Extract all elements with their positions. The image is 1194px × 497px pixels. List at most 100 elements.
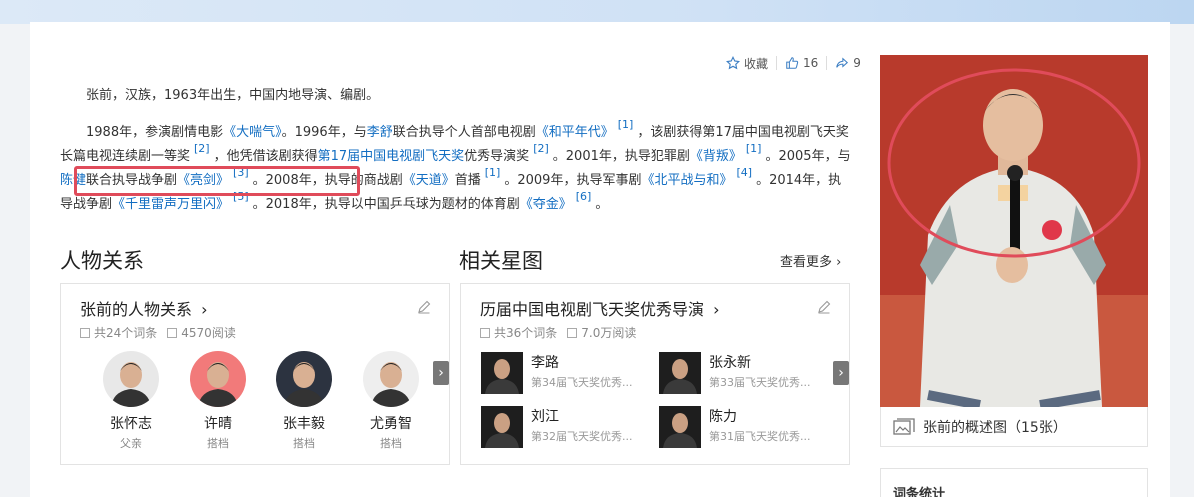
- overview-photo[interactable]: [880, 55, 1148, 407]
- star-thumbnail: [481, 406, 523, 448]
- chevron-right-icon: ›: [713, 300, 720, 319]
- entries-count: 共36个词条: [480, 324, 557, 341]
- star-text: 陈力 第31届飞天奖优秀...: [709, 406, 811, 450]
- share-button[interactable]: 9: [835, 56, 861, 70]
- citation-link[interactable]: [1]: [485, 166, 501, 179]
- star-thumbnail: [659, 352, 701, 394]
- inline-link[interactable]: 第17届中国电视剧飞天奖: [318, 149, 465, 164]
- relations-panel-title-text: 张前的人物关系: [80, 300, 193, 319]
- photo-caption-text: 张前的概述图（15张）: [923, 419, 1067, 436]
- next-arrow-button[interactable]: ›: [433, 361, 449, 385]
- text-run: 。2005年，与: [765, 149, 851, 164]
- stats-title: 词条统计: [893, 487, 946, 497]
- intro-paragraph-2: 1988年，参演剧情电影《大喘气》。1996年，与李舒联合执导个人首部电视剧《和…: [60, 118, 852, 217]
- star-description: 第33届飞天奖优秀...: [709, 376, 811, 389]
- read-count-text: 4570阅读: [181, 326, 236, 340]
- person-role: 父亲: [120, 437, 142, 450]
- person-name: 尤勇智: [370, 416, 412, 432]
- star-description: 第34届飞天奖优秀...: [531, 376, 633, 389]
- text-run: 。2008年，执导的商战剧: [252, 173, 403, 188]
- share-icon: [836, 57, 849, 68]
- book-icon: [167, 328, 178, 338]
- relations-meta: 共24个词条 4570阅读: [80, 324, 236, 341]
- stars-panel-title[interactable]: 历届中国电视剧飞天奖优秀导演 ›: [480, 296, 720, 320]
- star-name: 张永新: [709, 355, 751, 371]
- favorite-label: 收藏: [744, 56, 769, 71]
- favorite-button[interactable]: 收藏: [726, 55, 768, 72]
- relations-panel: 张前的人物关系 › 共24个词条 4570阅读 张怀志 父亲 许晴 搭档 张丰毅 搭档 尤勇…: [60, 283, 450, 465]
- chevron-right-icon: ›: [836, 255, 842, 270]
- citation-link[interactable]: [2]: [194, 142, 210, 155]
- divider: [826, 56, 828, 70]
- star-name: 李路: [531, 355, 559, 371]
- thumbs-up-icon: [786, 57, 799, 69]
- citation-link[interactable]: [6]: [576, 190, 592, 203]
- star-text: 张永新第33届飞天奖优秀...: [709, 352, 811, 396]
- text-run: 首播: [454, 173, 481, 188]
- inline-link[interactable]: 李舒: [367, 125, 393, 140]
- edit-icon[interactable]: [417, 300, 431, 314]
- stars-section-title: 相关星图: [459, 249, 543, 273]
- read-count-text: 7.0万阅读: [581, 326, 637, 340]
- inline-link[interactable]: 《天道》: [403, 173, 455, 188]
- text-run: 。1996年，与: [281, 125, 367, 140]
- entries-count-text: 共36个词条: [494, 326, 558, 340]
- inline-link[interactable]: 《背叛》: [690, 149, 742, 164]
- text-run: 联合执导战争剧: [86, 173, 178, 188]
- text-run: 。2009年，执导军事剧: [504, 173, 642, 188]
- citation-link[interactable]: [5]: [233, 190, 249, 203]
- document-icon: [480, 328, 490, 338]
- entries-count-text: 共24个词条: [94, 326, 158, 340]
- stars-panel-title-text: 历届中国电视剧飞天奖优秀导演: [480, 300, 705, 319]
- like-button[interactable]: 16: [785, 56, 818, 70]
- read-count: 4570阅读: [167, 324, 236, 341]
- star-item[interactable]: 刘江 第32届飞天奖优秀...: [481, 406, 633, 450]
- relations-section-title: 人物关系: [60, 249, 144, 273]
- avatar: [363, 351, 419, 407]
- person-role: 搭档: [380, 437, 402, 450]
- action-bar: 收藏 16 9: [726, 55, 861, 71]
- entries-count: 共24个词条: [80, 324, 157, 341]
- document-icon: [80, 328, 90, 338]
- inline-link[interactable]: 《夺金》: [520, 197, 572, 212]
- view-more-link[interactable]: 查看更多 ›: [780, 251, 841, 270]
- citation-link[interactable]: [1]: [746, 142, 762, 155]
- star-item[interactable]: 陈力 第31届飞天奖优秀...: [659, 406, 811, 450]
- star-item[interactable]: 张永新第33届飞天奖优秀...: [659, 352, 811, 396]
- stats-panel: 词条统计: [880, 468, 1148, 497]
- citation-link[interactable]: [1]: [618, 118, 634, 131]
- inline-link[interactable]: 《亮剑》: [177, 173, 229, 188]
- star-text: 刘江 第32届飞天奖优秀...: [531, 406, 633, 450]
- edit-icon[interactable]: [817, 300, 831, 314]
- person-name: 张怀志: [110, 416, 152, 432]
- citation-link[interactable]: [4]: [736, 166, 752, 179]
- inline-link[interactable]: 陈健: [60, 173, 86, 188]
- text-run: 。2001年，执导犯罪剧: [552, 149, 690, 164]
- star-icon: [726, 56, 740, 70]
- person-card[interactable]: 张怀志 父亲: [96, 351, 166, 451]
- inline-link[interactable]: 《北平战与和》: [641, 173, 732, 188]
- person-role: 搭档: [207, 437, 229, 450]
- person-name: 张丰毅: [283, 416, 325, 432]
- stars-panel: 历届中国电视剧飞天奖优秀导演 › 共36个词条 7.0万阅读 李路第34届飞天奖…: [460, 283, 850, 465]
- avatar: [190, 351, 246, 407]
- inline-link[interactable]: 《和平年代》: [536, 125, 614, 140]
- photo-caption[interactable]: 张前的概述图（15张）: [880, 407, 1148, 447]
- inline-link[interactable]: 《大喘气》: [223, 125, 282, 140]
- person-card[interactable]: 尤勇智 搭档: [356, 351, 426, 451]
- citation-link[interactable]: [3]: [233, 166, 249, 179]
- citation-link[interactable]: [2]: [533, 142, 549, 155]
- book-icon: [567, 328, 578, 338]
- relations-panel-title[interactable]: 张前的人物关系 ›: [80, 296, 208, 320]
- like-count: 16: [803, 56, 819, 70]
- intro-paragraph-1: 张前，汉族，1963年出生，中国内地导演、编剧。: [86, 88, 380, 103]
- star-item[interactable]: 李路第34届飞天奖优秀...: [481, 352, 633, 396]
- share-count: 9: [853, 56, 861, 70]
- text-run: 优秀导演奖: [464, 149, 530, 164]
- inline-link[interactable]: 《千里雷声万里闪》: [112, 197, 229, 212]
- next-arrow-button[interactable]: ›: [833, 361, 849, 385]
- portrait-illustration: [880, 55, 1148, 407]
- person-card[interactable]: 许晴 搭档: [183, 351, 253, 451]
- avatar: [276, 351, 332, 407]
- person-card[interactable]: 张丰毅 搭档: [269, 351, 339, 451]
